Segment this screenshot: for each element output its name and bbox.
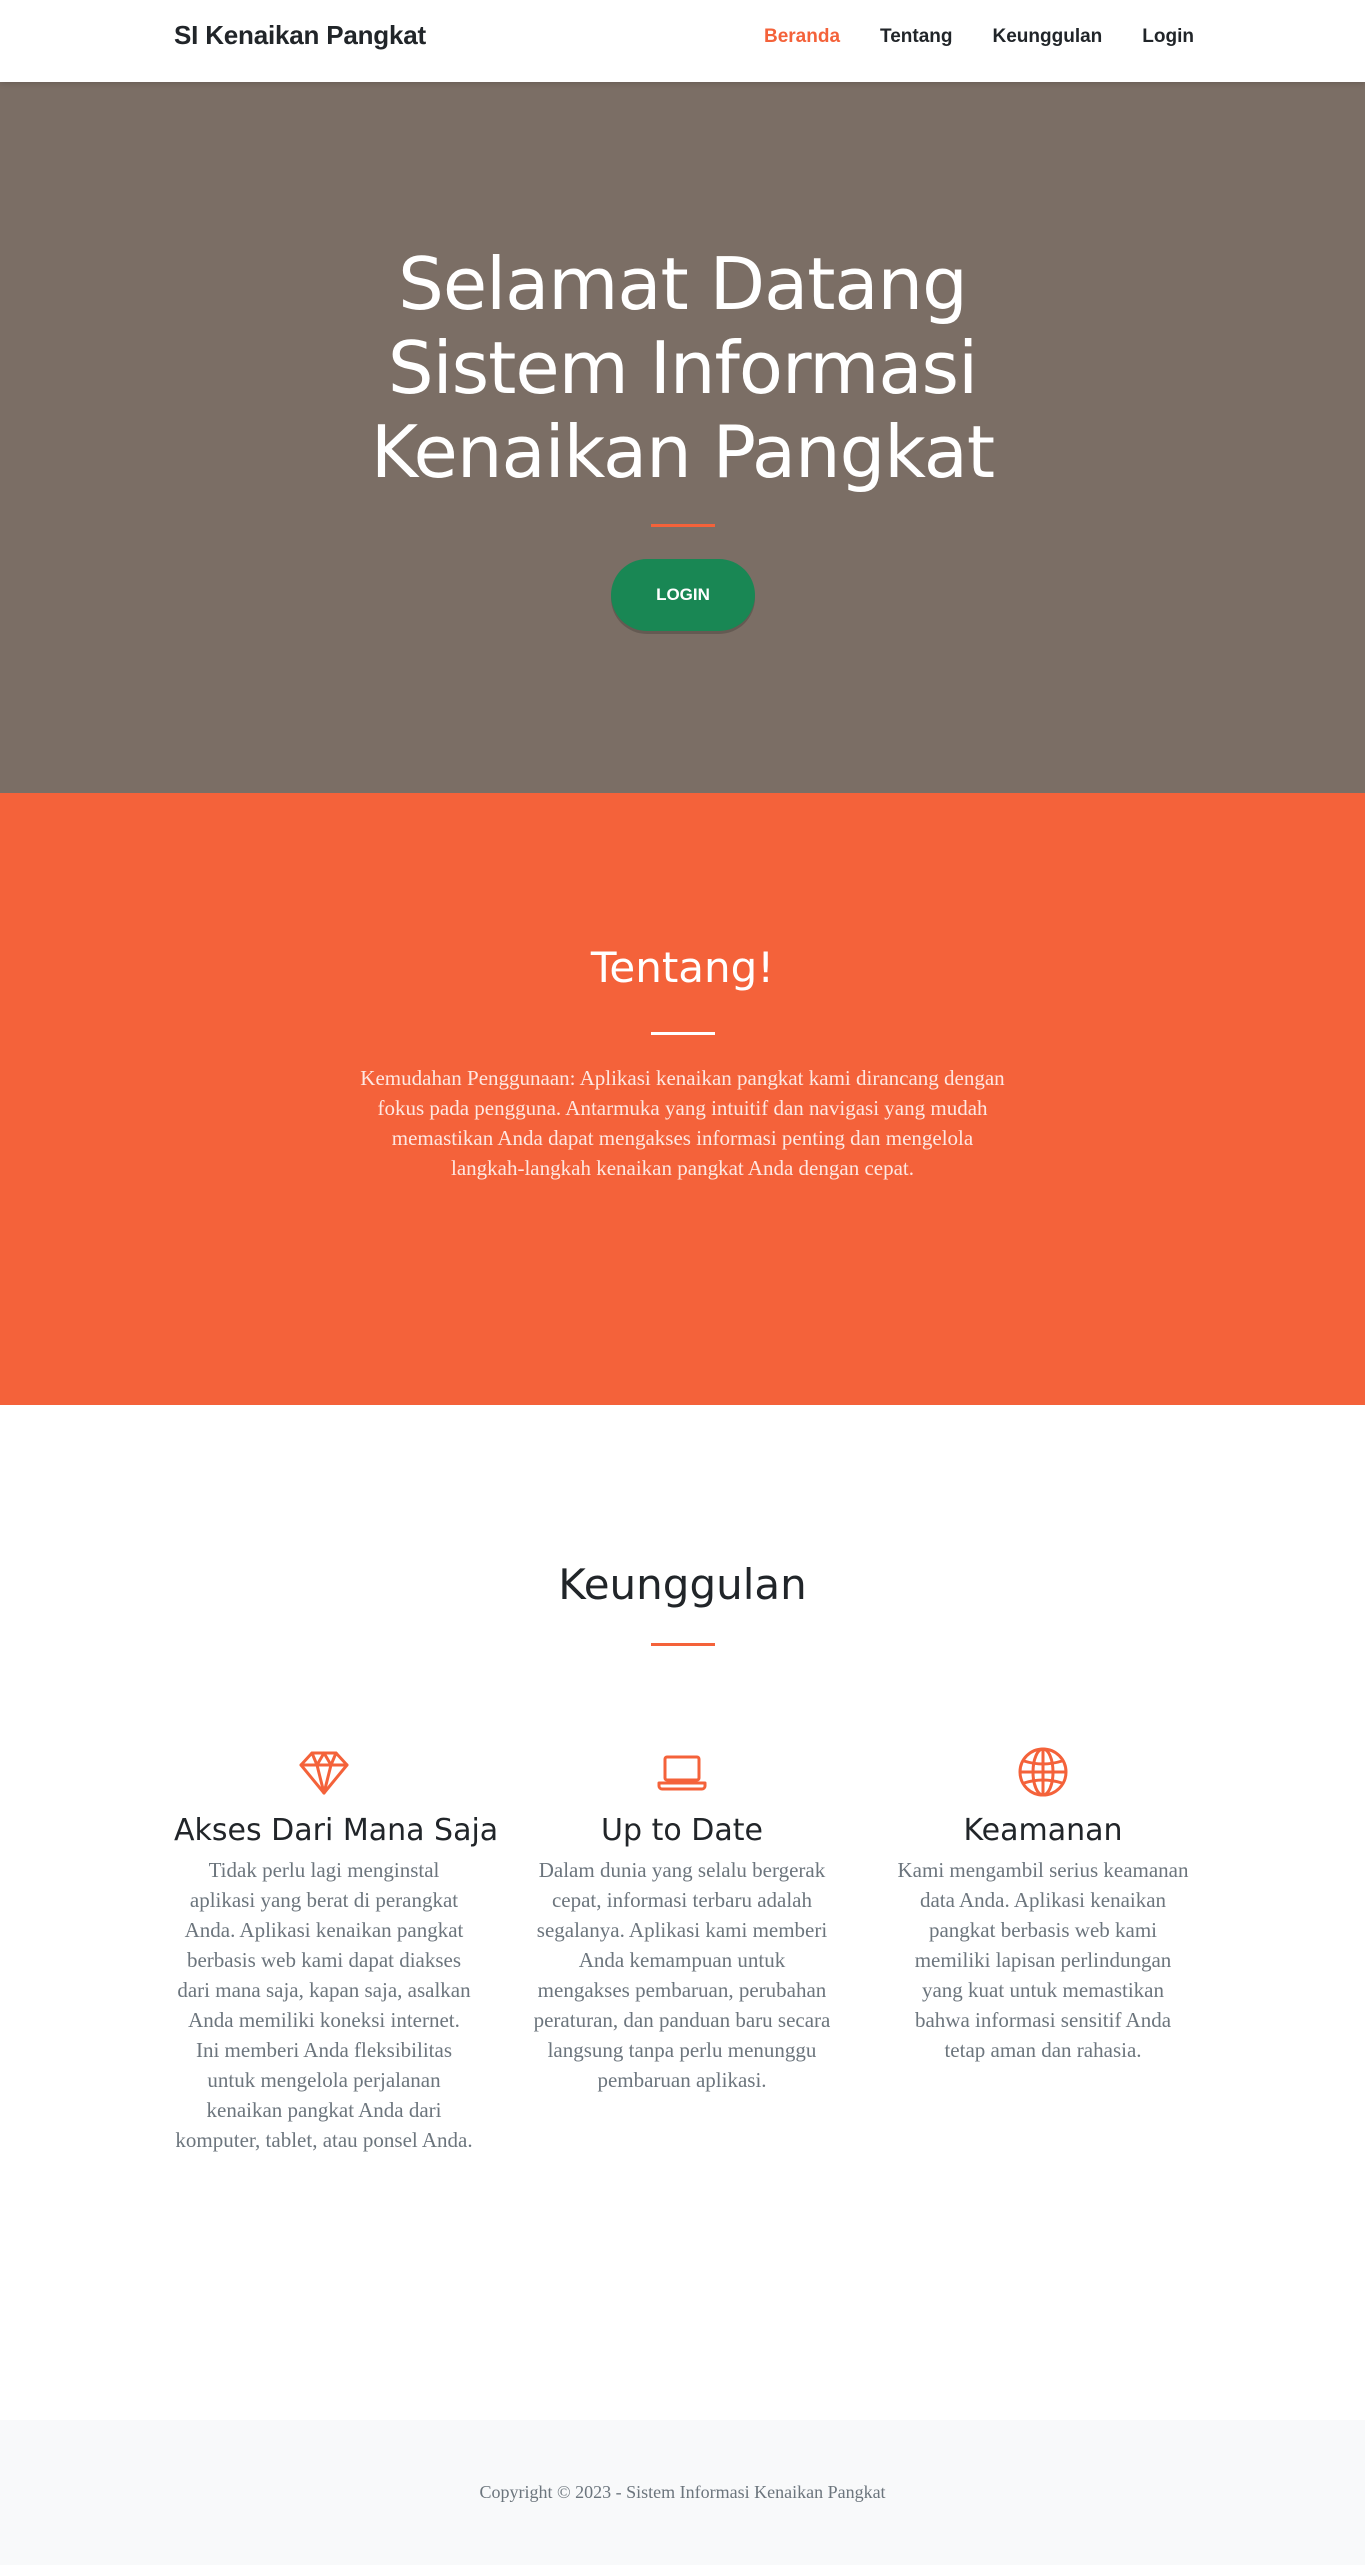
- feature-card-keamanan: Keamanan Kami mengambil serius keamanan …: [893, 1745, 1193, 2065]
- nav-link-login[interactable]: Login: [1142, 26, 1194, 48]
- feature-title: Akses Dari Mana Saja: [174, 1813, 499, 1848]
- brand-logo-link[interactable]: SI Kenaikan Pangkat: [174, 20, 426, 51]
- hero-title-line-2: Sistem Informasi: [387, 326, 978, 410]
- about-divider: [651, 1032, 715, 1035]
- feature-title: Keamanan: [963, 1813, 1123, 1848]
- hero-section: Selamat Datang Sistem Informasi Kenaikan…: [0, 82, 1365, 793]
- gem-icon: [299, 1751, 349, 1795]
- hero-title-line-3: Kenaikan Pangkat: [370, 410, 995, 494]
- globe-icon: [1018, 1747, 1068, 1797]
- laptop-icon: [657, 1755, 707, 1791]
- feature-card-akses: Akses Dari Mana Saja Tidak perlu lagi me…: [174, 1745, 499, 2155]
- about-title: Tentang!: [590, 943, 775, 992]
- navbar: SI Kenaikan Pangkat Beranda Tentang Keun…: [0, 0, 1365, 82]
- nav-link-tentang[interactable]: Tentang: [880, 26, 952, 48]
- nav-links: Beranda Tentang Keunggulan Login: [764, 26, 1194, 48]
- nav-link-beranda[interactable]: Beranda: [764, 26, 840, 48]
- features-title: Keunggulan: [558, 1560, 807, 1609]
- feature-text: Tidak perlu lagi menginstal aplikasi yan…: [175, 1858, 473, 2152]
- features-section: Keunggulan Akses Dari Mana Saja Tidak pe…: [0, 1405, 1365, 2420]
- feature-card-uptodate: Up to Date Dalam dunia yang selalu berge…: [532, 1745, 832, 2095]
- footer-copyright: Copyright © 2023 - Sistem Informasi Kena…: [479, 2482, 886, 2502]
- hero-title-line-1: Selamat Datang: [398, 242, 968, 326]
- feature-text: Dalam dunia yang selalu bergerak cepat, …: [533, 1858, 831, 2092]
- feature-title: Up to Date: [601, 1813, 763, 1848]
- hero-login-button[interactable]: LOGIN: [611, 559, 755, 631]
- nav-link-keunggulan[interactable]: Keunggulan: [993, 26, 1103, 48]
- hero-divider: [651, 524, 715, 527]
- footer: Copyright © 2023 - Sistem Informasi Kena…: [0, 2420, 1365, 2565]
- about-text: Kemudahan Penggunaan: Aplikasi kenaikan …: [360, 1066, 1005, 1180]
- features-divider: [651, 1643, 715, 1646]
- feature-text: Kami mengambil serius keamanan data Anda…: [897, 1858, 1189, 2062]
- about-section: Tentang! Kemudahan Penggunaan: Aplikasi …: [0, 793, 1365, 1405]
- hero-title: Selamat Datang Sistem Informasi Kenaikan…: [0, 242, 1365, 494]
